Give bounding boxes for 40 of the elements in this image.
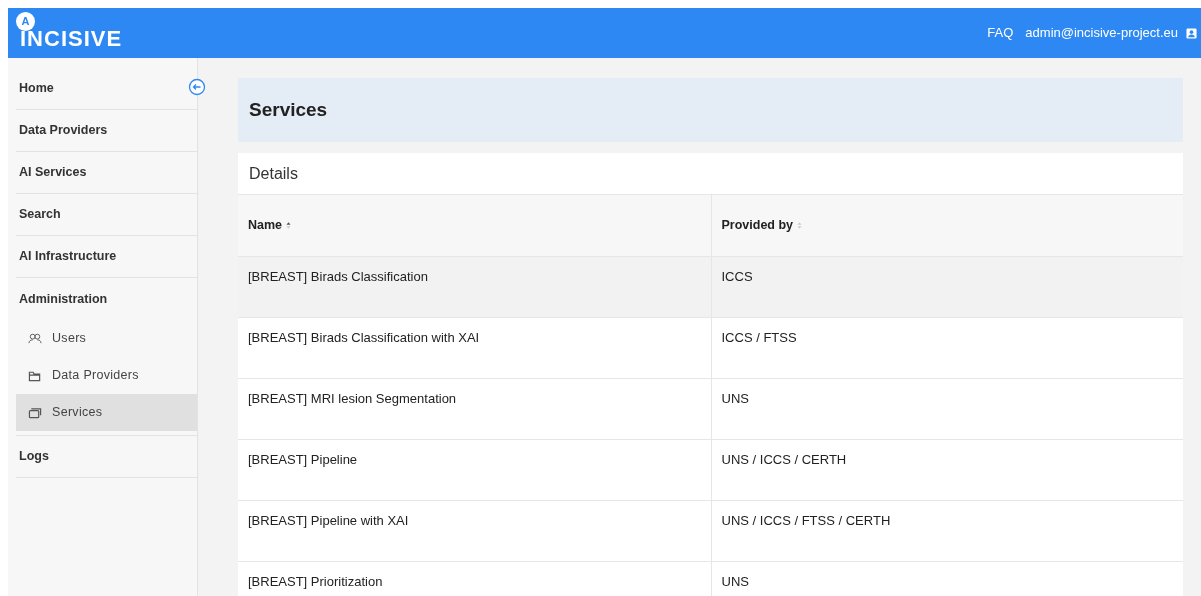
table-cell: [BREAST] Birads Classification	[248, 268, 428, 284]
stacked-windows-icon	[28, 406, 42, 419]
page-title: Services	[249, 97, 328, 122]
sidebar-item[interactable]: Logs	[16, 436, 197, 478]
table-cell: ICCS / FTSS	[721, 329, 797, 345]
sidebar-subitem[interactable]: Users	[16, 320, 197, 357]
sidebar-subitem[interactable]: Data Providers	[16, 357, 197, 394]
logo-text: INCISIVE	[20, 28, 123, 50]
column-header[interactable]: Provided by	[711, 195, 1183, 256]
table-cell: [BREAST] Pipeline with XAI	[248, 512, 409, 528]
table-cell: [BREAST] Pipeline	[248, 451, 358, 467]
sidebar-item[interactable]: Data Providers	[16, 110, 197, 152]
table-row[interactable]: [BREAST] Birads Classification ICCS	[238, 256, 1183, 317]
table-cell: [BREAST] Birads Classification with XAI	[248, 329, 480, 345]
card-title: Details	[249, 163, 298, 184]
table-cell: [BREAST] Prioritization	[248, 573, 383, 589]
table-cell: UNS	[721, 573, 749, 589]
table-row[interactable]: [BREAST] MRI lesion Segmentation UNS	[238, 378, 1183, 439]
table-row[interactable]: [BREAST] Birads Classification with XAI ICCS / FTSS	[238, 317, 1183, 378]
table-cell: UNS / ICCS / FTSS / CERTH	[721, 512, 891, 528]
table-cell: ICCS	[721, 268, 753, 284]
table-row[interactable]: [BREAST] Prioritization UNS	[238, 561, 1183, 596]
logo-badge: A	[16, 12, 35, 31]
header-link[interactable]: admin@incisive-project.eu	[1025, 23, 1178, 43]
table-row[interactable]: [BREAST] Pipeline with XAI UNS / ICCS / FTSS / CERTH	[238, 500, 1183, 561]
table-row[interactable]: [BREAST] Pipeline UNS / ICCS / CERTH	[238, 439, 1183, 500]
user-icon[interactable]	[1186, 27, 1197, 39]
folder-icon	[28, 369, 42, 382]
users-icon	[28, 332, 42, 345]
table-cell: UNS	[721, 390, 749, 406]
table-cell: [BREAST] MRI lesion Segmentation	[248, 390, 457, 406]
column-header[interactable]: Name	[238, 195, 711, 256]
sort-icon[interactable]	[286, 221, 292, 231]
sidebar-subitem[interactable]: Services	[16, 394, 197, 431]
sidebar-item[interactable]: Administration	[16, 278, 197, 320]
header-link[interactable]: FAQ	[987, 23, 1014, 43]
sidebar-item[interactable]: AI Infrastructure	[16, 236, 197, 278]
sidebar-item[interactable]: Search	[16, 194, 197, 236]
sidebar-item[interactable]: AI Services	[16, 152, 197, 194]
table-cell: UNS / ICCS / CERTH	[721, 451, 847, 467]
